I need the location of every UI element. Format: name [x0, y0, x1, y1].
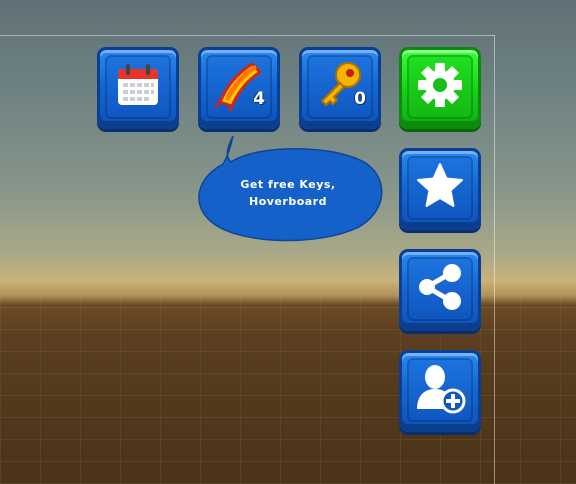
favorites-button[interactable] [399, 148, 481, 230]
hoverboard-count: 4 [253, 89, 265, 109]
keys-button[interactable]: 0 [299, 47, 381, 129]
hoverboard-button[interactable]: 4 [198, 47, 280, 129]
share-button[interactable] [399, 249, 481, 331]
tooltip-line-1: Get free Keys, [240, 178, 336, 191]
calendar-icon [114, 61, 162, 113]
viewport-border-top [0, 35, 495, 36]
viewport-border-right [494, 35, 495, 484]
add-friend-button[interactable] [399, 350, 481, 432]
keys-count: 0 [354, 89, 366, 109]
tooltip-text: Get free Keys, Hoverboard [213, 176, 363, 210]
gear-icon [415, 60, 465, 114]
add-user-icon [413, 361, 467, 419]
tooltip-line-2: Hoverboard [249, 195, 327, 208]
calendar-button[interactable] [97, 47, 179, 129]
star-icon [415, 161, 465, 215]
settings-button[interactable] [399, 47, 481, 129]
ground-grid [0, 300, 576, 484]
share-icon [415, 262, 465, 316]
